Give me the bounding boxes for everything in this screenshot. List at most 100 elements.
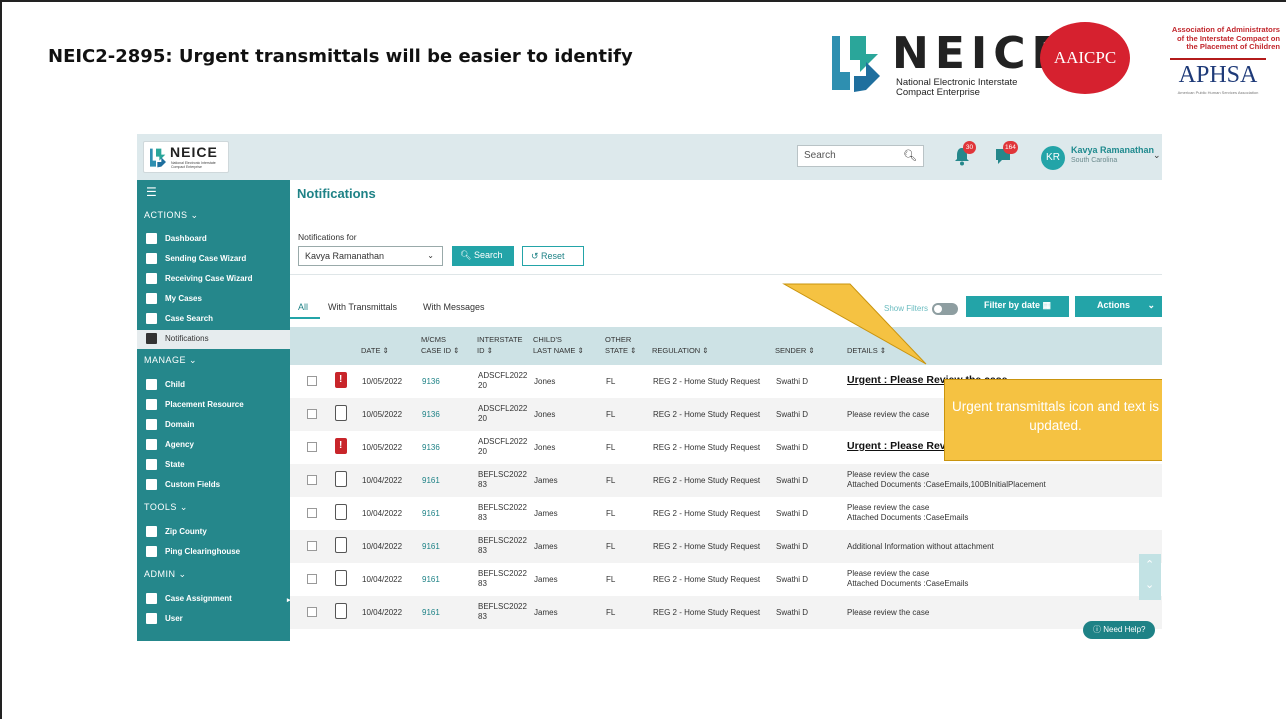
notifications-for-label: Notifications for — [298, 232, 357, 242]
tab-with-transmittals[interactable]: With Transmittals — [328, 302, 397, 312]
sidebar-item-ping-clearinghouse[interactable]: Ping Clearinghouse — [137, 543, 290, 562]
row-case-id[interactable]: 9161 — [422, 509, 440, 518]
app-logo-mark-icon — [150, 148, 166, 168]
chevron-down-icon[interactable]: ⌄ — [1145, 578, 1154, 591]
row-case-id[interactable]: 9136 — [422, 377, 440, 386]
tab-with-messages[interactable]: With Messages — [423, 302, 485, 312]
row-regulation: REG 2 - Home Study Request — [653, 608, 761, 617]
home-icon — [146, 526, 157, 537]
domain-icon — [146, 419, 157, 430]
menu-icon[interactable]: ☰ — [146, 185, 157, 199]
callout-pointer — [782, 283, 927, 365]
app-logo-sub: National Electronic Interstate Compact E… — [171, 161, 216, 169]
reset-button[interactable]: ↺ Reset — [522, 246, 584, 266]
row-checkbox[interactable] — [307, 574, 317, 584]
row-case-id[interactable]: 9161 — [422, 542, 440, 551]
ping-icon — [146, 546, 157, 557]
th-interstate-id[interactable]: INTERSTATE ID ⇕ — [477, 334, 523, 356]
row-checkbox[interactable] — [307, 541, 317, 551]
sidebar-item-custom-fields[interactable]: Custom Fields — [137, 476, 290, 495]
table-row[interactable]: 10/04/2022 9161 BEFLSC2022 83 James FL REG 2 -… — [290, 464, 1162, 497]
th-date[interactable]: DATE ⇕ — [361, 345, 389, 356]
table-row[interactable]: 10/04/2022 9161 BEFLSC2022 83 James FL REG 2 -… — [290, 530, 1162, 563]
th-other-state[interactable]: OTHER STATE ⇕ — [605, 334, 636, 356]
row-case-id[interactable]: 9161 — [422, 575, 440, 584]
case-search-icon — [146, 313, 157, 324]
child-icon — [146, 379, 157, 390]
row-case-id[interactable]: 9161 — [422, 608, 440, 617]
row-date: 10/05/2022 — [362, 410, 403, 419]
aphsa-logo: APHSA — [1170, 58, 1266, 89]
chevron-up-icon[interactable]: ⌃ — [1145, 558, 1154, 571]
row-regulation: REG 2 - Home Study Request — [653, 575, 761, 584]
sidebar-item-placement-resource[interactable]: Placement Resource — [137, 396, 290, 415]
row-checkbox[interactable] — [307, 376, 317, 386]
assoc-line3: the Placement of Children — [1186, 42, 1280, 51]
callout-box: Urgent transmittals icon and text is upd… — [944, 379, 1162, 461]
avatar[interactable]: KR — [1041, 146, 1065, 170]
need-help-button[interactable]: ⓘ Need Help? — [1083, 621, 1155, 639]
row-checkbox[interactable] — [307, 409, 317, 419]
row-checkbox[interactable] — [307, 607, 317, 617]
placement-icon — [146, 399, 157, 410]
sidebar-item-zip-county[interactable]: Zip County — [137, 523, 290, 542]
app-logo[interactable]: NEICE National Electronic Interstate Com… — [143, 141, 229, 173]
row-date: 10/05/2022 — [362, 443, 403, 452]
attachment-doc-icon — [335, 504, 347, 520]
document-icon — [335, 537, 347, 553]
sidebar-item-dashboard[interactable]: Dashboard — [137, 230, 290, 249]
attachment-doc-icon — [335, 570, 347, 586]
row-child-last-name: Jones — [534, 410, 556, 419]
row-other-state: FL — [606, 377, 616, 386]
scroll-buttons[interactable]: ⌃ ⌄ — [1139, 554, 1161, 600]
sidebar-item-child[interactable]: Child — [137, 376, 290, 395]
chevron-down-icon[interactable]: ⌄ — [1153, 150, 1161, 161]
row-case-id[interactable]: 9136 — [422, 443, 440, 452]
sidebar-item-notifications[interactable]: Notifications — [137, 330, 290, 349]
sidebar-item-sending-case-wizard[interactable]: Sending Case Wizard — [137, 250, 290, 269]
search-icon[interactable]: 🔍︎ — [903, 149, 917, 162]
row-case-id[interactable]: 9161 — [422, 476, 440, 485]
row-checkbox[interactable] — [307, 475, 317, 485]
sidebar-item-domain[interactable]: Domain — [137, 416, 290, 435]
chat-badge: 164 — [1003, 141, 1018, 154]
row-other-state: FL — [606, 608, 616, 617]
row-case-id[interactable]: 9136 — [422, 410, 440, 419]
section-admin[interactable]: ADMIN ⌄ — [144, 569, 187, 580]
search-placeholder: Search — [804, 150, 836, 161]
user-name[interactable]: Kavya Ramanathan — [1071, 145, 1154, 155]
sidebar-item-case-assignment[interactable]: Case Assignment ▸ — [137, 590, 291, 609]
neice-mark-icon — [832, 36, 880, 92]
users-icon — [146, 613, 157, 624]
row-checkbox[interactable] — [307, 508, 317, 518]
notifications-for-select[interactable]: Kavya Ramanathan ⌄ — [298, 246, 443, 266]
row-details: Please review the case Attached Documents… — [847, 503, 969, 522]
th-regulation[interactable]: REGULATION ⇕ — [652, 345, 709, 356]
actions-button[interactable]: Actions ⌄ — [1075, 296, 1162, 317]
table-row[interactable]: 10/04/2022 9161 BEFLSC2022 83 James FL REG 2 -… — [290, 497, 1162, 530]
global-search-input[interactable]: Search 🔍︎ — [797, 145, 924, 167]
row-date: 10/04/2022 — [362, 476, 403, 485]
sidebar-item-my-cases[interactable]: My Cases — [137, 290, 290, 309]
table-row[interactable]: 10/04/2022 9161 BEFLSC2022 83 James FL REG 2 -… — [290, 596, 1162, 629]
row-checkbox[interactable] — [307, 442, 317, 452]
row-interstate-id: ADSCFL2022 20 — [478, 371, 528, 390]
tab-all[interactable]: All — [298, 302, 308, 312]
sidebar-item-case-search[interactable]: Case Search — [137, 310, 290, 329]
assignment-icon — [146, 593, 157, 604]
section-actions[interactable]: ACTIONS ⌄ — [144, 210, 199, 221]
sidebar-item-state[interactable]: State — [137, 456, 290, 475]
row-details: Please review the case — [847, 410, 930, 419]
search-button[interactable]: 🔍︎ Search — [452, 246, 514, 266]
sidebar-item-agency[interactable]: Agency — [137, 436, 290, 455]
sidebar-item-user[interactable]: User — [137, 610, 290, 629]
section-manage[interactable]: MANAGE ⌄ — [144, 355, 197, 366]
table-row[interactable]: 10/04/2022 9161 BEFLSC2022 83 James FL REG 2 -… — [290, 563, 1162, 596]
th-child-last-name[interactable]: CHILD'S LAST NAME ⇕ — [533, 334, 584, 356]
sidebar-item-receiving-case-wizard[interactable]: Receiving Case Wizard — [137, 270, 290, 289]
section-tools[interactable]: TOOLS ⌄ — [144, 502, 188, 513]
filter-by-date-button[interactable]: Filter by date ▦ — [966, 296, 1069, 317]
row-regulation: REG 2 - Home Study Request — [653, 410, 761, 419]
th-case-id[interactable]: M/CMS CASE ID ⇕ — [421, 334, 459, 356]
row-regulation: REG 2 - Home Study Request — [653, 476, 761, 485]
